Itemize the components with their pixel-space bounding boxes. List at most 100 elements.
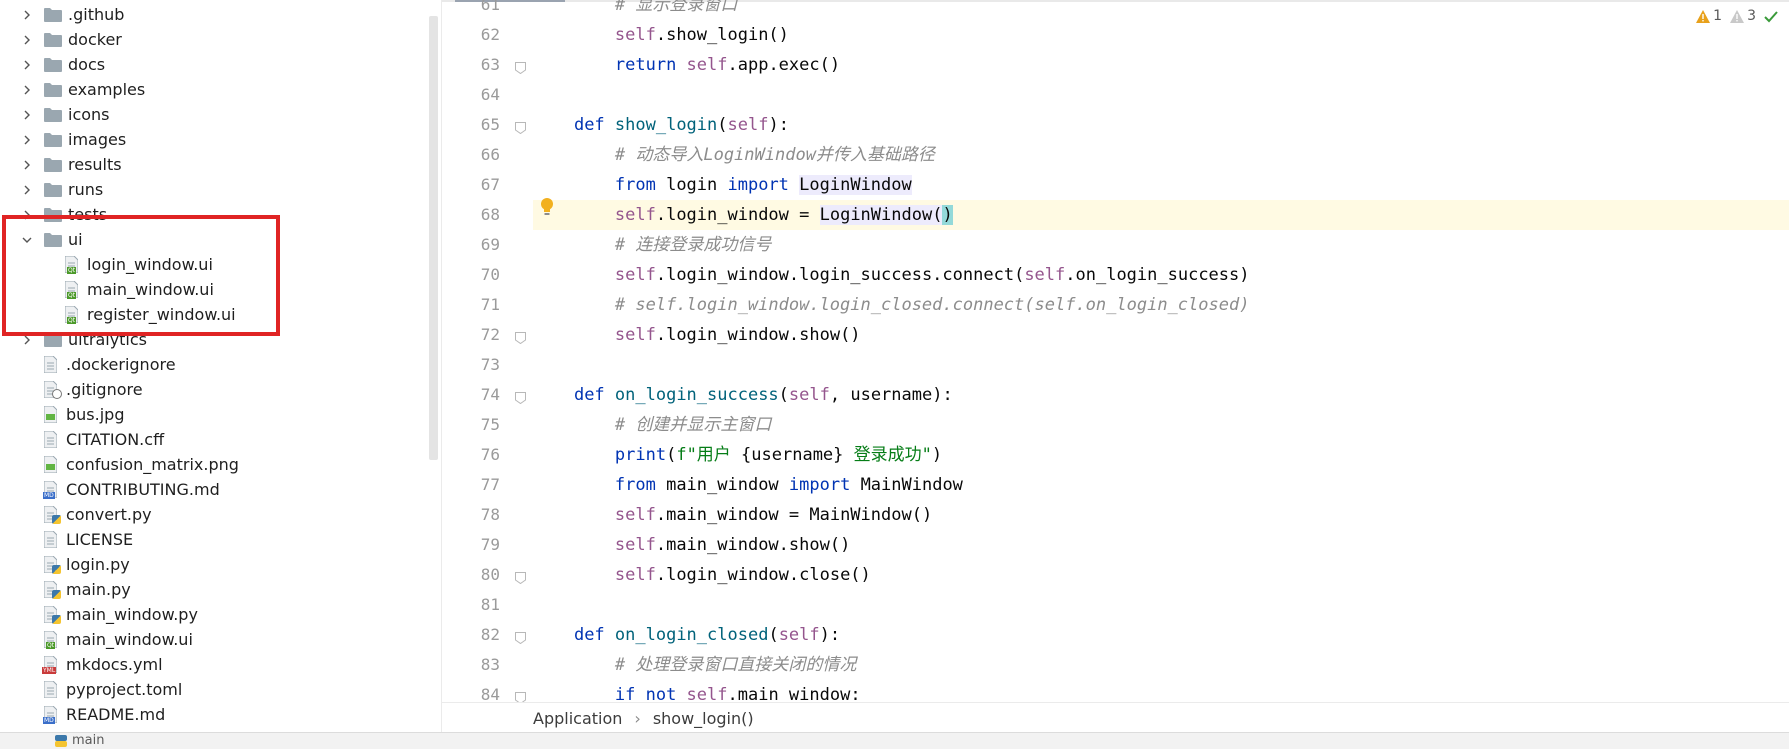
tree-file-item[interactable]: main_window.py [44,602,198,627]
code-line[interactable] [533,590,1789,620]
tree-file-item[interactable]: main.py [44,577,131,602]
tree-folder-item[interactable]: .github [20,2,124,27]
code-line[interactable]: # 动态导入LoginWindow并传入基础路径 [533,140,1789,170]
line-number[interactable]: 79 [442,530,500,560]
line-number[interactable]: 80 [442,560,500,590]
tree-file-item[interactable]: LICENSE [44,527,133,552]
code-line[interactable]: self.main_window = MainWindow() [533,500,1789,530]
code-token: main_window [666,475,789,495]
code-line[interactable]: self.login_window = LoginWindow() [533,200,1789,230]
tree-folder-item[interactable]: examples [20,77,145,102]
tree-folder-item[interactable]: docs [20,52,105,77]
line-number[interactable]: 81 [442,590,500,620]
line-number[interactable]: 63 [442,50,500,80]
python-icon [55,735,67,747]
line-number[interactable]: 64 [442,80,500,110]
code-line[interactable]: # 创建并显示主窗口 [533,410,1789,440]
fold-marker-icon[interactable] [515,119,526,135]
tree-file-item[interactable]: .gitignore [44,377,143,402]
chevron-right-icon[interactable] [20,58,34,72]
tree-folder-item[interactable]: runs [20,177,103,202]
tree-folder-item[interactable]: images [20,127,126,152]
code-line[interactable]: self.show_login() [533,20,1789,50]
tree-folder-item[interactable]: docker [20,27,122,52]
project-tree-scrollbar[interactable] [429,16,438,460]
code-line[interactable] [533,80,1789,110]
breadcrumb-class[interactable]: Application [533,709,622,728]
line-number[interactable]: 77 [442,470,500,500]
fold-marker-icon[interactable] [515,569,526,585]
code-line[interactable]: self.login_window.show() [533,320,1789,350]
fold-marker-icon[interactable] [515,389,526,405]
tree-file-item[interactable]: YML mkdocs.yml [42,652,163,677]
folder-icon [44,157,62,172]
code-line[interactable]: self.login_window.close() [533,560,1789,590]
tree-file-item[interactable]: CITATION.cff [44,427,164,452]
line-number[interactable]: 70 [442,260,500,290]
line-number[interactable]: 68 [442,200,500,230]
tree-item-label: .gitignore [66,380,143,399]
tree-file-item[interactable]: MD CONTRIBUTING.md [43,477,220,502]
code-line[interactable]: def on_login_success(self, username): [533,380,1789,410]
code-line[interactable]: # 显示登录窗口 [533,0,1789,20]
lightbulb-icon[interactable] [540,197,554,217]
tree-file-item[interactable]: bus.jpg [44,402,124,427]
chevron-right-icon[interactable] [20,8,34,22]
tree-file-item[interactable]: MD README.md [43,702,165,727]
line-number[interactable]: 76 [442,440,500,470]
code-line[interactable] [533,350,1789,380]
code-token: def [573,385,615,405]
tree-folder-item[interactable]: results [20,152,122,177]
tree-file-item[interactable]: Qt main_window.ui [44,627,193,652]
chevron-right-icon[interactable] [20,108,34,122]
fold-marker-icon[interactable] [515,329,526,345]
fold-marker-icon[interactable] [515,689,526,705]
code-line[interactable]: self.login_window.login_success.connect(… [533,260,1789,290]
chevron-right-icon[interactable] [20,33,34,47]
chevron-right-icon[interactable] [20,133,34,147]
inspection-widget[interactable]: 1 3 [1696,8,1789,24]
chevron-right-icon[interactable] [20,158,34,172]
line-number[interactable]: 65 [442,110,500,140]
tree-file-item[interactable]: login.py [44,552,130,577]
tree-file-item[interactable]: confusion_matrix.png [44,452,239,477]
code-line[interactable]: print(f"用户 {username} 登录成功") [533,440,1789,470]
code-token: login [666,175,728,195]
run-config-label[interactable]: main [72,733,104,748]
code-line[interactable]: # self.login_window.login_closed.connect… [533,290,1789,320]
line-number[interactable]: 83 [442,650,500,680]
code-line[interactable]: # 处理登录窗口直接关闭的情况 [533,650,1789,680]
line-number[interactable]: 74 [442,380,500,410]
code-line[interactable]: def on_login_closed(self): [533,620,1789,650]
code-line[interactable]: from main_window import MainWindow [533,470,1789,500]
line-number[interactable]: 62 [442,20,500,50]
line-number[interactable]: 73 [442,350,500,380]
chevron-right-icon[interactable] [20,183,34,197]
line-number[interactable]: 67 [442,170,500,200]
tree-file-item[interactable]: .dockerignore [44,352,176,377]
code-line[interactable]: from login import LoginWindow [533,170,1789,200]
typo-check[interactable] [1764,10,1781,23]
line-number[interactable]: 61 [442,0,500,20]
line-number[interactable]: 71 [442,290,500,320]
line-number[interactable]: 72 [442,320,500,350]
tree-file-item[interactable]: pyproject.toml [44,677,182,702]
warning-count[interactable]: 3 [1730,8,1756,24]
line-number[interactable]: 75 [442,410,500,440]
code-line[interactable]: # 连接登录成功信号 [533,230,1789,260]
code-line[interactable]: self.main_window.show() [533,530,1789,560]
breadcrumb-method[interactable]: show_login() [653,709,754,728]
code-line[interactable]: return self.app.exec() [533,50,1789,80]
fold-marker-icon[interactable] [515,629,526,645]
error-count[interactable]: 1 [1696,8,1722,24]
tree-file-item[interactable]: convert.py [44,502,152,527]
code-line[interactable]: def show_login(self): [533,110,1789,140]
line-number[interactable]: 69 [442,230,500,260]
tree-folder-item[interactable]: icons [20,102,110,127]
line-number[interactable]: 82 [442,620,500,650]
line-number[interactable]: 78 [442,500,500,530]
code-token: self [614,25,656,45]
fold-marker-icon[interactable] [515,59,526,75]
line-number[interactable]: 66 [442,140,500,170]
chevron-right-icon[interactable] [20,83,34,97]
